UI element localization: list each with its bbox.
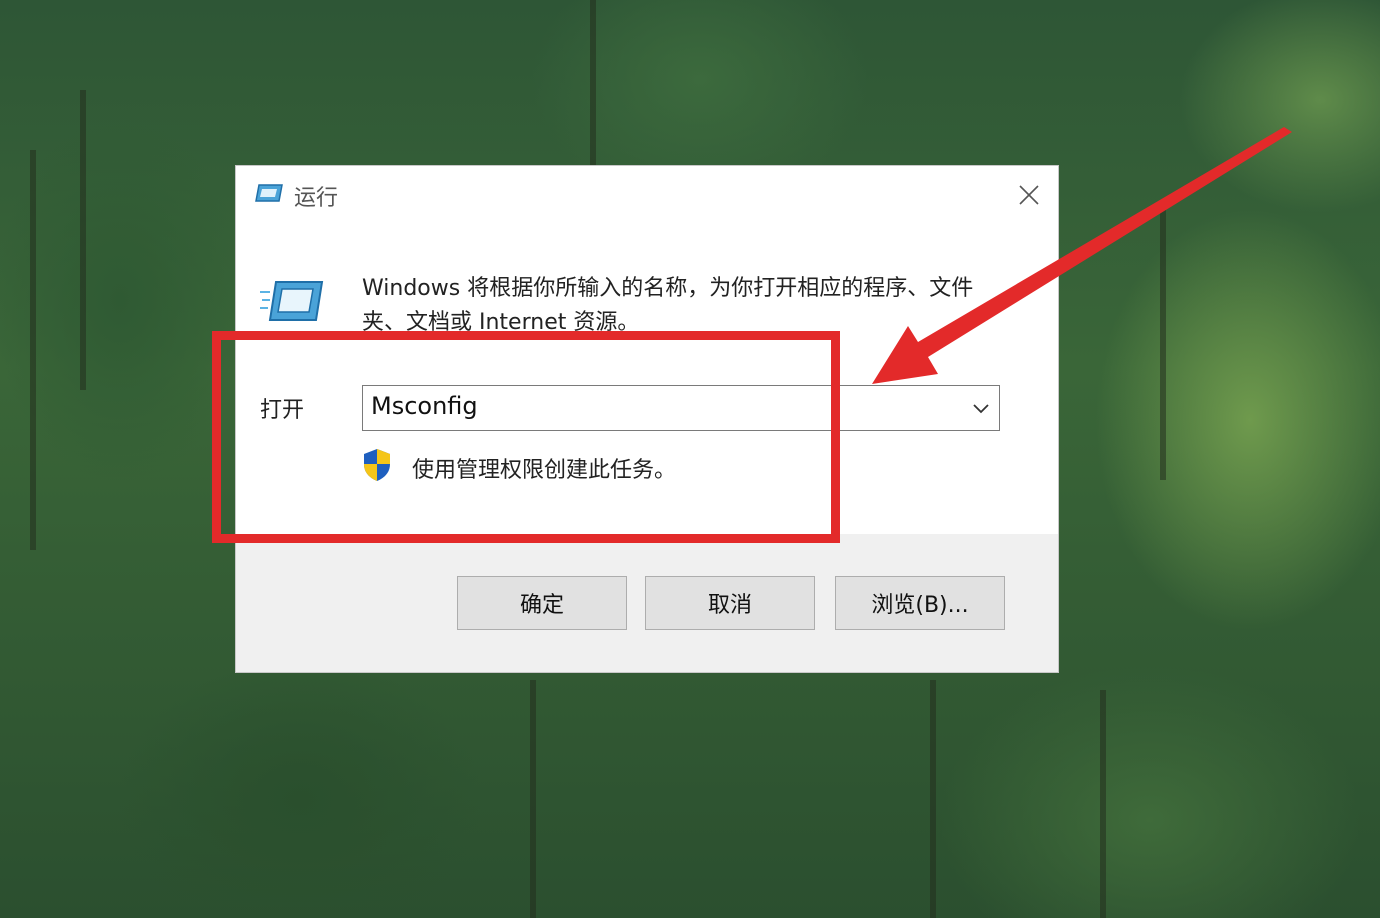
annotation-highlight-box (212, 331, 840, 543)
window-title: 运行 (294, 186, 339, 211)
run-app-icon (255, 184, 283, 202)
close-icon[interactable] (1014, 180, 1044, 210)
cancel-button[interactable]: 取消 (645, 576, 815, 630)
ok-button[interactable]: 确定 (457, 576, 627, 630)
title-bar[interactable]: 运行 (236, 166, 1058, 226)
chevron-down-icon[interactable] (971, 398, 991, 418)
run-app-icon (260, 281, 324, 321)
browse-button[interactable]: 浏览(B)... (835, 576, 1005, 630)
dialog-description: Windows 将根据你所输入的名称，为你打开相应的程序、文件夹、文档或 Int… (362, 276, 974, 335)
